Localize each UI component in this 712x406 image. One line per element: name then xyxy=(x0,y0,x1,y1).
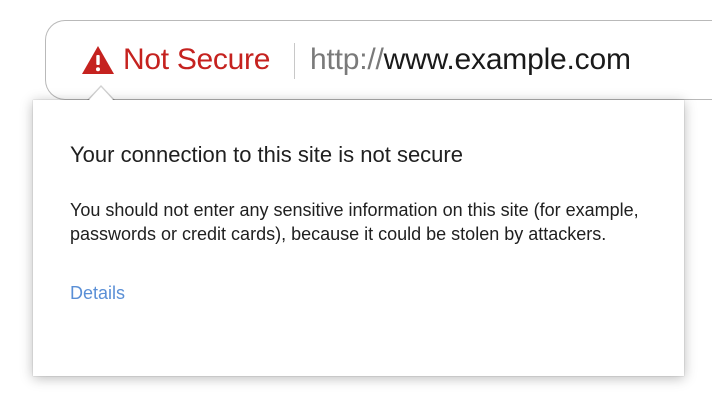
security-indicator-button[interactable]: Not Secure xyxy=(81,40,270,80)
address-bar[interactable]: Not Secure http://www.example.com xyxy=(45,20,712,100)
url-scheme: http:// xyxy=(310,43,384,76)
site-info-popup: Your connection to this site is not secu… xyxy=(33,100,684,376)
popup-title: Your connection to this site is not secu… xyxy=(70,142,463,167)
security-status-label: Not Secure xyxy=(123,43,271,76)
details-link[interactable]: Details xyxy=(70,281,125,305)
bubble-arrow xyxy=(88,87,114,101)
url-text[interactable]: http://www.example.com xyxy=(310,40,631,80)
browser-window: Not Secure http://www.example.com Your c… xyxy=(0,0,712,406)
popup-message: You should not enter any sensitive infor… xyxy=(70,200,639,244)
omnibox-divider xyxy=(294,43,295,79)
url-host: www.example.com xyxy=(383,43,631,76)
warning-triangle-icon xyxy=(81,45,115,75)
